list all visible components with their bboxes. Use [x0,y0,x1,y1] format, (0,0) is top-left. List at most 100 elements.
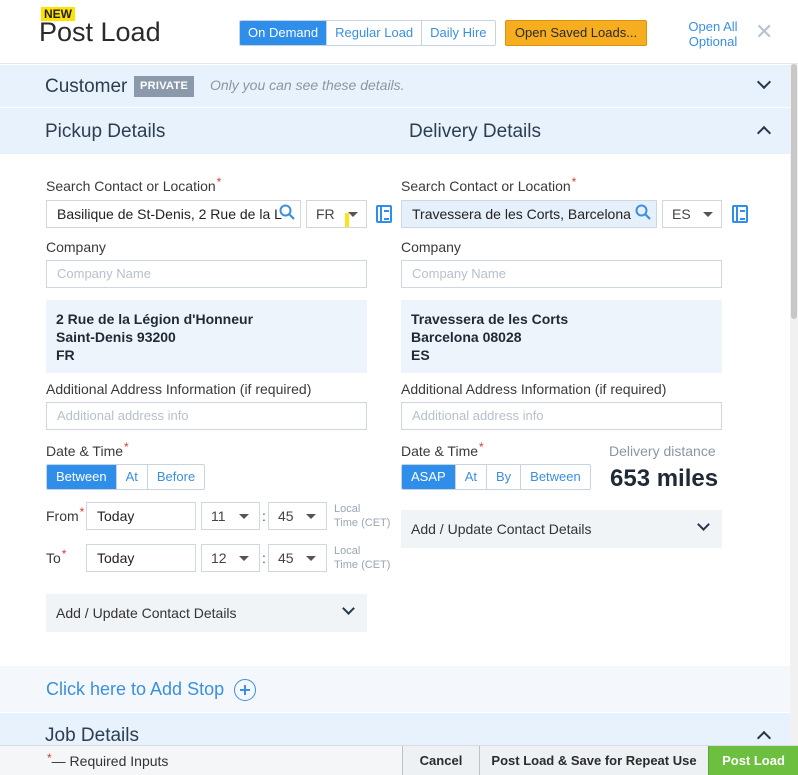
header: NEW Post Load On Demand Regular Load Dai… [0,0,798,64]
delivery-additional-label: Additional Address Information (if requi… [401,381,667,397]
delivery-search-label: Search Contact or Location* [401,175,577,194]
required-marker: * [79,505,85,519]
required-marker: * [124,440,129,454]
to-minute-select[interactable]: 45 [268,544,327,572]
chevron-up-icon[interactable] [756,125,772,141]
close-icon[interactable]: ✕ [755,21,773,43]
delivery-address-line: Travessera de les Corts [411,311,569,327]
to-minute-value: 45 [278,550,294,566]
delivery-address-box: Travessera de les Corts Barcelona 08028 … [401,300,722,373]
pickup-additional-label: Additional Address Information (if requi… [46,381,312,397]
timezone-note-line: Local [334,503,361,515]
pickup-title: Pickup Details [45,121,166,142]
pickup-address-line: FR [56,347,75,363]
from-hour-select[interactable]: 11 [201,502,260,530]
delivery-address-line: Barcelona 08028 [411,329,522,345]
job-details-section-header[interactable]: Job Details [0,713,790,746]
delivery-datetime-label: Date & Time* [401,440,484,459]
load-type-regular[interactable]: Regular Load [326,21,422,45]
delivery-dt-between[interactable]: Between [520,465,590,489]
delivery-dt-by[interactable]: By [485,465,521,489]
customer-title: Customer [45,76,128,97]
to-day-input[interactable]: Today [86,544,196,572]
pickup-country-value: FR [316,206,335,222]
private-badge: PRIVATE [134,76,195,97]
pickup-additional-input[interactable]: Additional address info [46,402,367,430]
from-minute-select[interactable]: 45 [268,502,327,530]
scrollbar[interactable] [790,64,798,745]
required-marker: * [479,440,484,454]
text-cursor [345,213,349,227]
load-type-on-demand[interactable]: On Demand [240,21,327,45]
address-book-icon[interactable] [732,205,748,223]
pickup-company-input[interactable]: Company Name [46,260,367,288]
pickup-address-line: 2 Rue de la Légion d'Honneur [56,311,254,327]
timezone-note-line: Time (CET) [334,517,391,529]
chevron-down-icon [703,212,713,217]
pickup-address-line: Saint-Denis 93200 [56,329,176,345]
from-label-text: From [46,508,79,524]
cancel-button[interactable]: Cancel [402,746,479,775]
chevron-down-icon [306,556,316,561]
required-marker: * [47,751,52,765]
pickup-contact-label: Add / Update Contact Details [56,605,237,621]
pickup-address-box: 2 Rue de la Légion d'Honneur Saint-Denis… [46,300,367,373]
pickup-datetime-label-text: Date & Time [46,443,124,459]
timezone-note-line: Time (CET) [334,559,391,571]
delivery-additional-input[interactable]: Additional address info [401,402,722,430]
open-saved-loads-button[interactable]: Open Saved Loads... [505,20,647,46]
from-minute-value: 45 [278,508,294,524]
pickup-dt-before[interactable]: Before [146,465,205,489]
search-icon[interactable] [279,204,295,220]
chevron-down-icon [348,212,358,217]
load-type-daily-hire[interactable]: Daily Hire [421,21,495,45]
search-icon[interactable] [635,204,651,220]
delivery-distance-label: Delivery distance [609,443,716,459]
load-type-toggle: On Demand Regular Load Daily Hire [239,20,496,46]
delivery-dt-at[interactable]: At [454,465,486,489]
customer-section-header[interactable]: Customer PRIVATE Only you can see these … [0,65,790,107]
time-separator: : [262,508,266,524]
delivery-search-input[interactable]: Travessera de les Corts, Barcelona [401,200,657,228]
required-inputs-note: *— Required Inputs [46,751,168,769]
chevron-down-icon [306,514,316,519]
timezone-note: Local Time (CET) [334,544,390,572]
pickup-datetime-label: Date & Time* [46,440,129,459]
chevron-down-icon [342,602,355,615]
add-stop-link[interactable]: Click here to Add Stop [46,679,224,700]
to-label: To* [46,547,66,566]
post-load-button[interactable]: Post Load [708,746,798,775]
chevron-down-icon [239,514,249,519]
delivery-company-label: Company [401,239,461,255]
pickup-dt-between[interactable]: Between [47,465,116,489]
pickup-search-input[interactable]: Basilique de St-Denis, 2 Rue de la L [46,200,301,228]
delivery-country-select[interactable]: ES [662,200,722,228]
open-all-label: Open All [688,19,738,34]
post-and-save-button[interactable]: Post Load & Save for Repeat Use [479,746,708,775]
pickup-dt-at[interactable]: At [115,465,147,489]
chevron-down-icon[interactable] [756,74,772,90]
delivery-datetime-toggle: ASAP At By Between [401,464,591,490]
pickup-search-label: Search Contact or Location* [46,175,221,194]
pickup-contact-accordion[interactable]: Add / Update Contact Details [46,594,367,632]
delivery-contact-accordion[interactable]: Add / Update Contact Details [401,510,722,548]
required-marker: * [571,175,577,189]
route-section-header[interactable]: Pickup Details Delivery Details [0,108,790,154]
delivery-country-value: ES [672,206,691,222]
from-day-input[interactable]: Today [86,502,196,530]
chevron-up-icon[interactable] [756,730,772,746]
address-book-icon[interactable] [376,205,392,223]
delivery-company-input[interactable]: Company Name [401,260,722,288]
delivery-contact-label: Add / Update Contact Details [411,521,592,537]
delivery-dt-asap[interactable]: ASAP [402,465,455,489]
delivery-distance-value: 653 miles [610,465,719,492]
pickup-country-select[interactable]: FR [306,200,367,228]
plus-circle-icon[interactable] [234,679,256,701]
time-separator: : [262,550,266,566]
scrollbar-thumb[interactable] [791,64,797,319]
page-title: Post Load [39,17,161,47]
delivery-datetime-label-text: Date & Time [401,443,479,459]
optional-label: Optional [688,34,738,49]
to-hour-select[interactable]: 12 [201,544,260,572]
open-all-optional-link[interactable]: Open All Optional [684,19,742,49]
